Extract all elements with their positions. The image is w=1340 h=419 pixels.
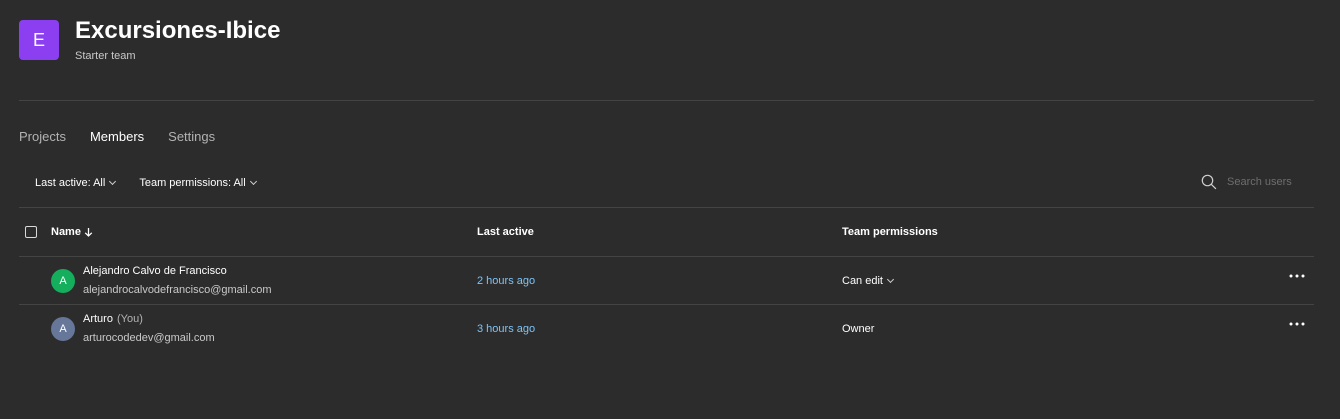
member-row: A Arturo (You) arturocodedev@gmail.com 3 … (19, 305, 1314, 353)
permission-label: Owner (842, 323, 875, 335)
team-plan: Starter team (75, 50, 136, 62)
member-row: A Alejandro Calvo de Francisco alejandro… (19, 257, 1314, 305)
member-name: Alejandro Calvo de Francisco (83, 265, 227, 277)
team-permissions-filter[interactable]: Team permissions: All (139, 176, 257, 190)
tab-members[interactable]: Members (90, 128, 144, 145)
last-active-filter-label: Last active: All (35, 177, 106, 189)
team-name: Excursiones-Ibice (75, 17, 281, 44)
team-logo: E (19, 20, 59, 60)
table-header: Name Last active Team permissions (19, 208, 1314, 256)
member-last-active: 2 hours ago (477, 275, 536, 287)
tab-bar: Projects Members Settings (19, 128, 239, 145)
name-column-header[interactable]: Name (51, 226, 93, 238)
last-active-filter[interactable]: Last active: All (35, 176, 117, 190)
more-options-icon[interactable] (1288, 319, 1306, 329)
team-header: E Excursiones-Ibice Starter team (19, 17, 280, 62)
member-name-text: Arturo (83, 313, 113, 325)
tab-projects[interactable]: Projects (19, 128, 66, 145)
more-options-icon[interactable] (1288, 271, 1306, 281)
you-label: (You) (116, 313, 143, 325)
search-icon (1201, 174, 1217, 190)
select-all-checkbox[interactable] (25, 226, 37, 238)
avatar: A (51, 269, 75, 293)
member-name: Arturo (You) (83, 313, 143, 325)
search-users (1201, 174, 1317, 190)
arrow-down-icon (84, 228, 93, 237)
filter-bar: Last active: All Team permissions: All (35, 176, 280, 190)
member-email: alejandrocalvodefrancisco@gmail.com (83, 284, 272, 296)
permission-dropdown[interactable]: Can edit (842, 275, 895, 287)
team-permissions-column-header[interactable]: Team permissions (842, 226, 938, 238)
chevron-down-icon (109, 177, 117, 186)
team-permissions-filter-label: Team permissions: All (139, 177, 246, 189)
chevron-down-icon (886, 275, 895, 284)
tab-settings[interactable]: Settings (168, 128, 215, 145)
team-info: Excursiones-Ibice Starter team (75, 17, 280, 62)
name-column-label: Name (51, 226, 81, 238)
avatar: A (51, 317, 75, 341)
header-divider (19, 100, 1314, 101)
member-email: arturocodedev@gmail.com (83, 332, 215, 344)
permission-label: Can edit (842, 275, 883, 287)
search-input[interactable] (1227, 176, 1317, 188)
chevron-down-icon (249, 177, 257, 186)
member-last-active: 3 hours ago (477, 323, 536, 335)
last-active-column-header[interactable]: Last active (477, 226, 534, 238)
